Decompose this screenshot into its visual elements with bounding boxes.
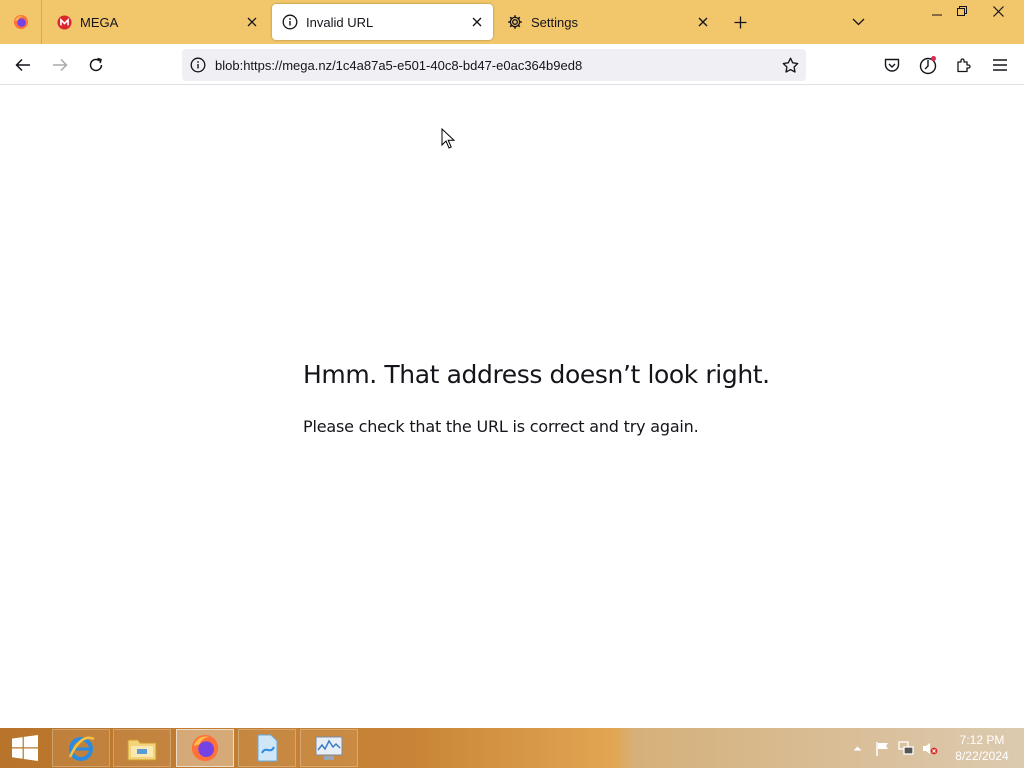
pocket-icon bbox=[884, 58, 900, 72]
taskbar-task-manager[interactable] bbox=[300, 729, 358, 767]
windows-taskbar: 7:12 PM 8/22/2024 bbox=[0, 728, 1024, 768]
firefox-view-button[interactable] bbox=[0, 0, 42, 44]
tab-invalid-url[interactable]: Invalid URL bbox=[272, 4, 493, 40]
puzzle-icon bbox=[957, 58, 971, 73]
taskbar-file-explorer[interactable] bbox=[113, 729, 171, 767]
windows-logo-icon bbox=[12, 735, 38, 761]
plus-icon bbox=[734, 16, 746, 28]
start-button[interactable] bbox=[0, 728, 50, 768]
tab-mega[interactable]: MEGA bbox=[46, 4, 268, 40]
volume-button[interactable] bbox=[920, 728, 940, 768]
tab-label: Invalid URL bbox=[306, 14, 374, 30]
list-all-tabs-button[interactable] bbox=[846, 10, 870, 34]
url-input[interactable] bbox=[215, 57, 775, 73]
address-bar[interactable] bbox=[182, 49, 806, 81]
mega-icon bbox=[56, 14, 72, 30]
error-description: Please check that the URL is correct and… bbox=[303, 417, 699, 436]
taskbar-internet-explorer[interactable] bbox=[52, 729, 110, 767]
internet-explorer-icon bbox=[68, 736, 95, 761]
account-sync-icon bbox=[919, 56, 937, 75]
tab-label: Settings bbox=[531, 14, 578, 30]
app-icon bbox=[257, 734, 278, 762]
account-button[interactable] bbox=[915, 52, 941, 78]
taskbar-app[interactable] bbox=[238, 729, 296, 767]
close-icon bbox=[992, 5, 1004, 17]
action-center-button[interactable] bbox=[872, 728, 892, 768]
speaker-muted-icon bbox=[923, 742, 938, 754]
tab-label: MEGA bbox=[80, 14, 119, 30]
bookmark-star-icon[interactable] bbox=[780, 55, 800, 75]
reload-icon bbox=[89, 57, 103, 72]
hamburger-menu-icon bbox=[993, 59, 1007, 71]
clock-time: 7:12 PM bbox=[959, 733, 1005, 747]
close-tab-icon[interactable] bbox=[240, 10, 264, 34]
info-icon bbox=[282, 14, 298, 30]
show-hidden-icons-button[interactable] bbox=[849, 728, 865, 768]
new-tab-button[interactable] bbox=[728, 10, 752, 34]
mouse-cursor-icon bbox=[441, 128, 455, 149]
site-info-icon[interactable] bbox=[189, 56, 207, 74]
restore-button[interactable] bbox=[947, 0, 977, 22]
forward-button[interactable] bbox=[47, 52, 73, 78]
back-arrow-icon bbox=[15, 58, 30, 72]
chevron-down-icon bbox=[852, 18, 864, 26]
chevron-up-icon bbox=[853, 746, 861, 751]
firefox-icon bbox=[13, 15, 28, 29]
gear-icon bbox=[507, 14, 523, 30]
taskbar-firefox[interactable] bbox=[176, 729, 234, 767]
back-button[interactable] bbox=[10, 52, 36, 78]
close-window-button[interactable] bbox=[980, 0, 1016, 22]
close-tab-icon[interactable] bbox=[691, 10, 715, 34]
restore-icon bbox=[957, 6, 967, 16]
pocket-button[interactable] bbox=[879, 52, 905, 78]
tab-strip: MEGA Invalid URL Settings bbox=[0, 0, 1024, 44]
file-explorer-icon bbox=[127, 739, 157, 761]
network-button[interactable] bbox=[896, 728, 916, 768]
forward-arrow-icon bbox=[53, 58, 68, 72]
app-menu-button[interactable] bbox=[987, 52, 1013, 78]
minimize-icon bbox=[932, 14, 942, 16]
flag-icon bbox=[875, 741, 888, 756]
extensions-button[interactable] bbox=[951, 52, 977, 78]
page-content: Hmm. That address doesn’t look right. Pl… bbox=[0, 85, 1024, 728]
taskbar-clock[interactable]: 7:12 PM 8/22/2024 bbox=[946, 732, 1018, 764]
clock-date: 8/22/2024 bbox=[955, 749, 1009, 763]
close-tab-icon[interactable] bbox=[465, 10, 489, 34]
network-icon bbox=[898, 740, 914, 755]
navigation-toolbar bbox=[0, 44, 1024, 85]
firefox-icon bbox=[191, 734, 219, 762]
reload-button[interactable] bbox=[83, 52, 109, 78]
task-manager-icon bbox=[315, 736, 343, 760]
tab-settings[interactable]: Settings bbox=[497, 4, 719, 40]
error-title: Hmm. That address doesn’t look right. bbox=[303, 360, 770, 389]
